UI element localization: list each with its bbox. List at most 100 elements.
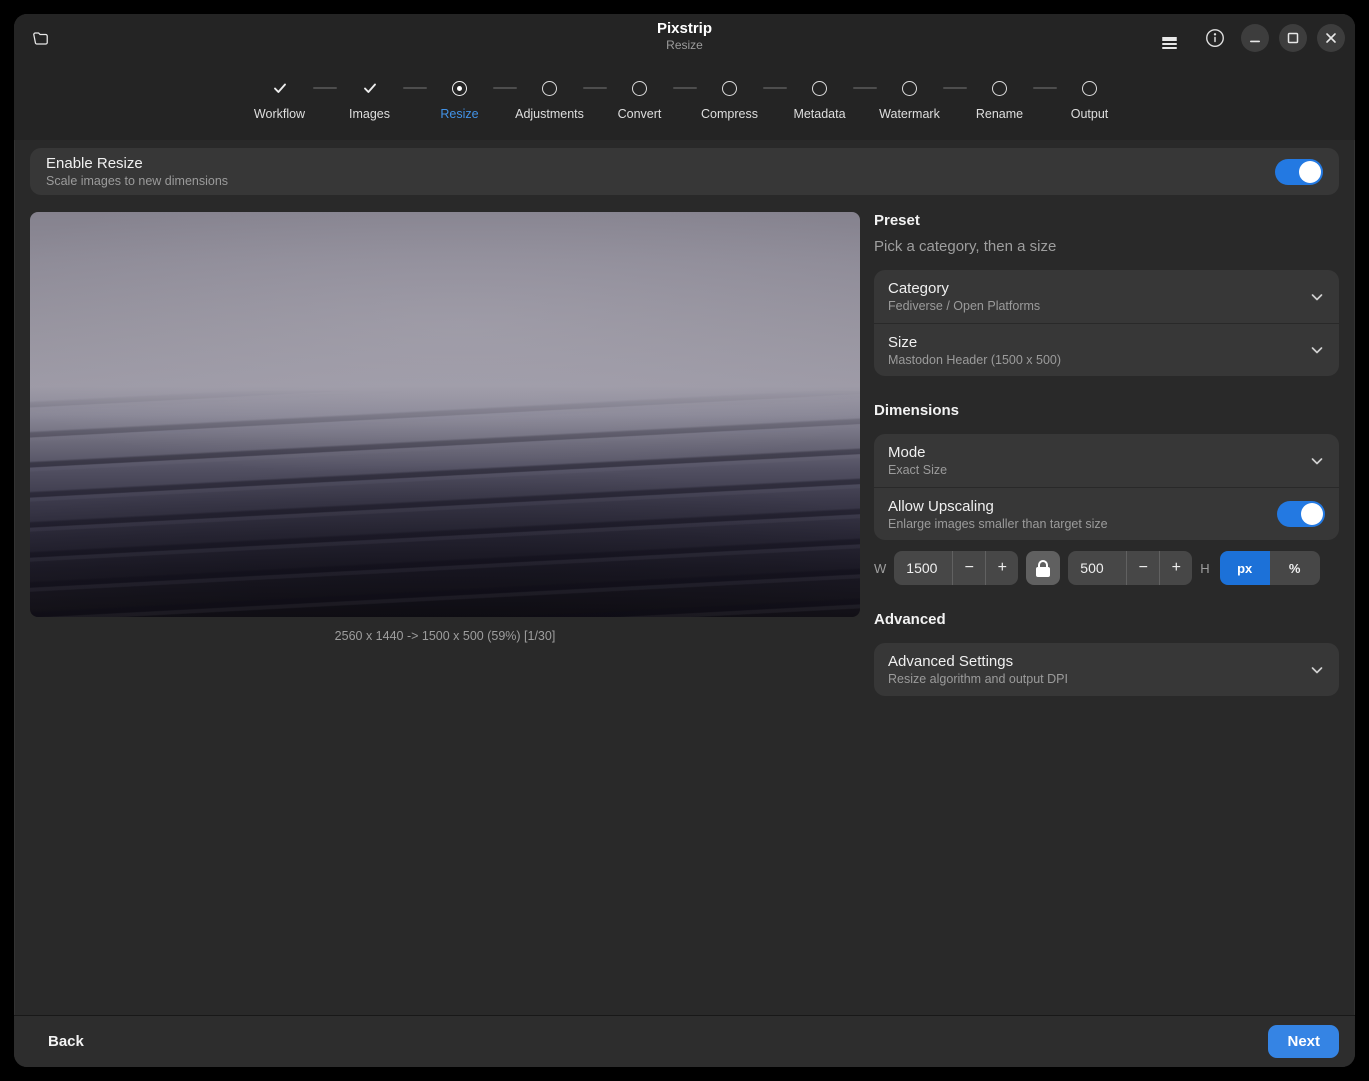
step-connector: [1033, 87, 1057, 89]
width-increment-button[interactable]: +: [985, 551, 1018, 585]
mode-value: Exact Size: [888, 463, 947, 477]
width-spinner: − +: [894, 551, 1018, 585]
step-adjustments[interactable]: Adjustments: [521, 79, 579, 97]
step-resize[interactable]: Resize: [431, 79, 489, 97]
height-axis-label: H: [1200, 561, 1209, 576]
preset-card: Category Fediverse / Open Platforms Size…: [874, 270, 1339, 376]
step-images[interactable]: Images: [341, 79, 399, 97]
headerbar: Pixstrip Resize: [14, 14, 1355, 62]
back-button[interactable]: Back: [30, 1023, 102, 1060]
toggle-knob: [1301, 503, 1323, 525]
step-convert[interactable]: Convert: [611, 79, 669, 97]
mode-label: Mode: [888, 444, 947, 461]
step-connector: [403, 87, 427, 89]
main-menu-button[interactable]: [1153, 22, 1185, 54]
settings-panel: Preset Pick a category, then a size Cate…: [874, 212, 1339, 1015]
info-icon: [1204, 27, 1226, 49]
circle-icon: [1082, 81, 1097, 96]
step-connector: [763, 87, 787, 89]
enable-resize-title: Enable Resize: [46, 155, 228, 172]
maximize-button[interactable]: [1279, 24, 1307, 52]
preview-caption: 2560 x 1440 -> 1500 x 500 (59%) [1/30]: [30, 629, 860, 643]
advanced-settings-label: Advanced Settings: [888, 653, 1068, 670]
aspect-lock-button[interactable]: [1026, 551, 1060, 585]
height-increment-button[interactable]: +: [1159, 551, 1192, 585]
height-input[interactable]: [1068, 551, 1126, 585]
width-axis-label: W: [874, 561, 886, 576]
chevron-down-icon: [1309, 289, 1325, 305]
check-icon: [272, 80, 288, 96]
app-window: Pixstrip Resize: [14, 14, 1355, 1067]
advanced-section: Advanced Advanced Settings Resize algori…: [874, 611, 1339, 696]
allow-upscaling-toggle[interactable]: [1277, 501, 1325, 527]
dimensions-card: Mode Exact Size Allow Upscaling Enlarge …: [874, 434, 1339, 540]
category-label: Category: [888, 280, 1040, 297]
advanced-heading: Advanced: [874, 611, 1339, 628]
next-button[interactable]: Next: [1268, 1025, 1339, 1058]
circle-icon: [542, 81, 557, 96]
size-value: Mastodon Header (1500 x 500): [888, 353, 1061, 367]
minimize-icon: [1249, 32, 1261, 44]
step-connector: [943, 87, 967, 89]
height-decrement-button[interactable]: −: [1126, 551, 1159, 585]
advanced-settings-subtitle: Resize algorithm and output DPI: [888, 672, 1068, 686]
circle-icon: [902, 81, 917, 96]
close-button[interactable]: [1317, 24, 1345, 52]
main-content: 2560 x 1440 -> 1500 x 500 (59%) [1/30] P…: [14, 195, 1355, 1015]
step-connector: [853, 87, 877, 89]
step-metadata[interactable]: Metadata: [791, 79, 849, 97]
lock-icon: [1038, 560, 1048, 567]
step-output[interactable]: Output: [1061, 79, 1119, 97]
footer-bar: Back Next: [14, 1015, 1355, 1067]
category-row[interactable]: Category Fediverse / Open Platforms: [874, 270, 1339, 323]
unit-toggle-group: px %: [1220, 551, 1320, 585]
header-controls: [1153, 22, 1345, 54]
width-decrement-button[interactable]: −: [952, 551, 985, 585]
step-rename[interactable]: Rename: [971, 79, 1029, 97]
chevron-down-icon: [1309, 662, 1325, 678]
about-button[interactable]: [1199, 22, 1231, 54]
workflow-stepper: Workflow Images Resize Adjustments Conve…: [14, 62, 1355, 140]
step-connector: [673, 87, 697, 89]
check-icon: [362, 80, 378, 96]
open-folder-button[interactable]: [24, 22, 56, 54]
enable-resize-toggle[interactable]: [1275, 159, 1323, 185]
size-row[interactable]: Size Mastodon Header (1500 x 500): [874, 323, 1339, 376]
step-connector: [493, 87, 517, 89]
radio-selected-icon: [452, 81, 467, 96]
preset-description: Pick a category, then a size: [874, 238, 1339, 255]
size-label: Size: [888, 334, 1061, 351]
step-compress[interactable]: Compress: [701, 79, 759, 97]
circle-icon: [812, 81, 827, 96]
menu-icon: [1162, 37, 1177, 39]
minimize-button[interactable]: [1241, 24, 1269, 52]
allow-upscaling-subtitle: Enlarge images smaller than target size: [888, 517, 1108, 531]
step-connector: [583, 87, 607, 89]
width-input[interactable]: [894, 551, 952, 585]
maximize-icon: [1287, 32, 1299, 44]
allow-upscaling-row: Allow Upscaling Enlarge images smaller t…: [874, 487, 1339, 540]
unit-px-button[interactable]: px: [1220, 551, 1270, 585]
circle-icon: [992, 81, 1007, 96]
folder-icon: [31, 29, 50, 48]
circle-icon: [722, 81, 737, 96]
dimension-inputs: W − + − + H: [874, 551, 1339, 585]
step-watermark[interactable]: Watermark: [881, 79, 939, 97]
close-icon: [1325, 32, 1337, 44]
preview-column: 2560 x 1440 -> 1500 x 500 (59%) [1/30]: [30, 212, 860, 1015]
step-workflow[interactable]: Workflow: [251, 79, 309, 97]
advanced-settings-row[interactable]: Advanced Settings Resize algorithm and o…: [874, 643, 1339, 696]
mode-row[interactable]: Mode Exact Size: [874, 434, 1339, 487]
preset-heading: Preset: [874, 212, 1339, 229]
dimensions-section: Dimensions Mode Exact Size Allow Upscali…: [874, 402, 1339, 585]
toggle-knob: [1299, 161, 1321, 183]
height-spinner: − +: [1068, 551, 1192, 585]
chevron-down-icon: [1309, 342, 1325, 358]
image-preview: [30, 212, 860, 617]
chevron-down-icon: [1309, 453, 1325, 469]
unit-percent-button[interactable]: %: [1270, 551, 1320, 585]
enable-resize-subtitle: Scale images to new dimensions: [46, 174, 228, 188]
step-connector: [313, 87, 337, 89]
category-value: Fediverse / Open Platforms: [888, 299, 1040, 313]
circle-icon: [632, 81, 647, 96]
